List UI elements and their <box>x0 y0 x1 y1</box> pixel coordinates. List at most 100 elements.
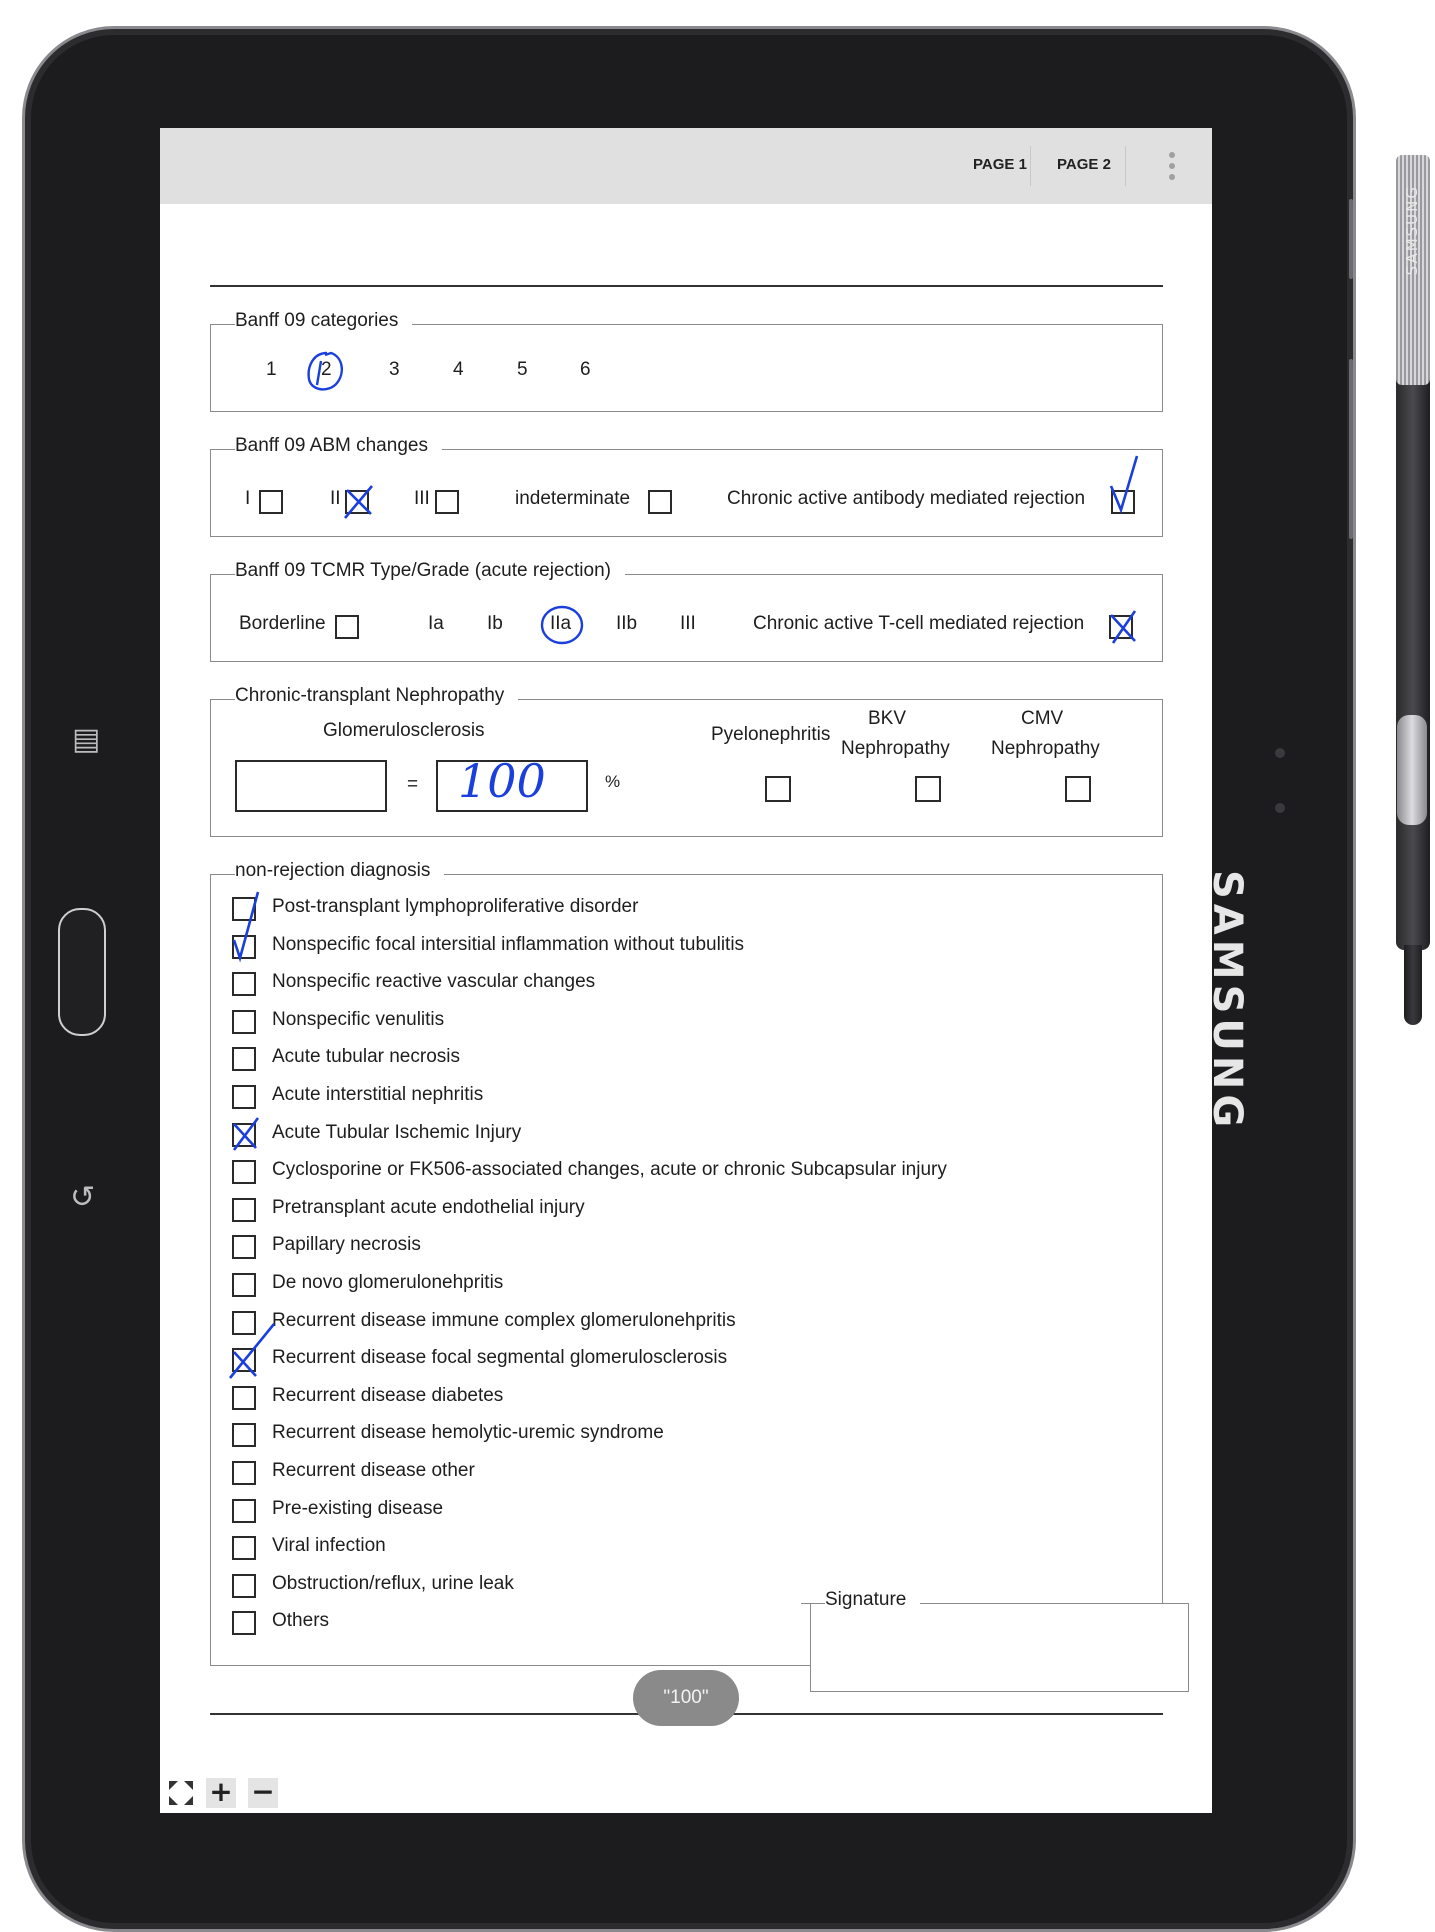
list-label: Viral infection <box>272 1535 386 1557</box>
equals-sign: = <box>407 774 419 795</box>
glomerulosclerosis-result-field[interactable]: 100 <box>436 754 588 812</box>
fullscreen-icon[interactable] <box>166 1778 196 1808</box>
list-checkbox[interactable] <box>232 1611 256 1636</box>
pyelonephritis-checkbox[interactable] <box>765 776 791 802</box>
cmv-label-1: CMV <box>1021 708 1064 729</box>
volume-button <box>1349 199 1353 279</box>
list-label: Nonspecific reactive vascular changes <box>272 971 596 993</box>
light-sensor <box>1275 803 1285 813</box>
list-checkbox[interactable] <box>232 1385 256 1410</box>
s-pen: SAMSUNG <box>1393 155 1433 1050</box>
tcmr-grade-iii[interactable]: III <box>680 613 696 635</box>
recognized-value-toast: "100" <box>633 1670 739 1726</box>
category-4[interactable]: 4 <box>453 359 464 381</box>
tcmr-grade-ib[interactable]: Ib <box>487 613 503 635</box>
abm-indeterminate-label: indeterminate <box>515 488 631 509</box>
nonrejection-legend: non-rejection diagnosis <box>210 860 445 882</box>
list-checkbox[interactable] <box>232 1009 256 1034</box>
list-checkbox[interactable] <box>232 1498 256 1523</box>
abm-indeterminate-checkbox[interactable] <box>648 490 672 514</box>
recent-apps-icon[interactable]: ▤ <box>72 722 100 757</box>
power-button <box>1349 359 1353 539</box>
abm-i-label: I <box>245 488 251 509</box>
list-label: Others <box>272 1610 330 1632</box>
list-checkbox[interactable] <box>232 1047 256 1072</box>
abm-ii-checkbox[interactable] <box>345 490 369 514</box>
plus-icon[interactable]: + <box>206 1778 236 1808</box>
bkv-label-1: BKV <box>868 708 907 729</box>
list-label: Recurrent disease diabetes <box>272 1384 504 1406</box>
app-bar: PAGE 1 PAGE 2 <box>160 128 1212 204</box>
list-checkbox[interactable] <box>232 1310 256 1335</box>
list-checkbox[interactable] <box>232 1122 256 1147</box>
list-checkbox[interactable] <box>232 1423 256 1448</box>
list-label: Nonspecific focal intersitial inflammati… <box>272 933 745 955</box>
minus-icon[interactable]: − <box>248 1778 278 1808</box>
list-label: Nonspecific venulitis <box>272 1008 445 1030</box>
list-checkbox[interactable] <box>232 1536 256 1561</box>
abm-chronic-checkbox[interactable] <box>1111 490 1135 514</box>
list-checkbox[interactable] <box>232 1235 256 1260</box>
list-label: Recurrent disease hemolytic-uremic syndr… <box>272 1422 664 1444</box>
tcmr-chronic-label: Chronic active T-cell mediated rejection <box>753 613 1085 634</box>
glomerulosclerosis-label: Glomerulosclerosis <box>323 720 485 741</box>
categories-legend: Banff 09 categories <box>210 310 413 332</box>
list-checkbox[interactable] <box>232 1197 256 1222</box>
abm-i-checkbox[interactable] <box>259 490 283 514</box>
more-vert-icon[interactable] <box>1168 152 1176 186</box>
home-button[interactable] <box>58 908 106 1036</box>
list-label: Acute Tubular Ischemic Injury <box>272 1121 522 1143</box>
camera-sensor <box>1275 748 1285 758</box>
screen: PAGE 1 PAGE 2 Banff 09 categories 1 2 3 … <box>160 128 1212 1813</box>
list-checkbox[interactable] <box>232 1160 256 1185</box>
categories-group: Banff 09 categories 1 2 3 4 5 6 <box>210 310 1163 412</box>
tcmr-borderline-checkbox[interactable] <box>335 615 359 639</box>
tcmr-group: Banff 09 TCMR Type/Grade (acute rejectio… <box>210 560 1163 662</box>
cmv-checkbox[interactable] <box>1065 776 1091 802</box>
abm-iii-checkbox[interactable] <box>435 490 459 514</box>
list-checkbox[interactable] <box>232 1461 256 1485</box>
abm-group: Banff 09 ABM changes I II III indetermin… <box>210 435 1163 537</box>
list-label: Acute interstitial nephritis <box>272 1084 484 1105</box>
category-2[interactable]: 2 <box>321 359 332 381</box>
category-6[interactable]: 6 <box>580 359 591 381</box>
glomerulosclerosis-input[interactable] <box>235 760 387 812</box>
tcmr-grade-iia[interactable]: IIa <box>550 613 571 635</box>
bkv-checkbox[interactable] <box>915 776 941 802</box>
list-checkbox[interactable] <box>232 1573 256 1598</box>
list-checkbox[interactable] <box>232 1348 256 1373</box>
abm-chronic-label: Chronic active antibody mediated rejecti… <box>727 488 1086 509</box>
list-label: Obstruction/reflux, urine leak <box>272 1572 514 1594</box>
list-checkbox[interactable] <box>232 1273 256 1297</box>
list-label: Recurrent disease other <box>272 1460 475 1481</box>
list-label: De novo glomerulonehpritis <box>272 1272 504 1293</box>
percent-unit: % <box>605 772 621 791</box>
list-label: Cyclosporine or FK506-associated changes… <box>272 1159 947 1181</box>
list-checkbox[interactable] <box>232 1085 256 1109</box>
signature-legend: Signature <box>800 1589 921 1611</box>
abm-legend: Banff 09 ABM changes <box>211 435 442 457</box>
signature-field[interactable]: Signature <box>800 1589 1189 1692</box>
tcmr-borderline-label: Borderline <box>239 613 326 634</box>
tcmr-grade-iib[interactable]: IIb <box>616 613 637 635</box>
pyelonephritis-label: Pyelonephritis <box>711 724 831 745</box>
list-checkbox[interactable] <box>232 934 256 959</box>
list-label: Pretransplant acute endothelial injury <box>272 1196 585 1218</box>
tcmr-grade-ia[interactable]: Ia <box>428 613 444 635</box>
tcmr-chronic-checkbox[interactable] <box>1109 615 1133 639</box>
list-label: Post-transplant lymphoproliferative diso… <box>272 896 639 917</box>
category-3[interactable]: 3 <box>389 359 400 381</box>
list-checkbox[interactable] <box>232 897 256 921</box>
category-5[interactable]: 5 <box>517 359 528 381</box>
nephropathy-legend: Chronic-transplant Nephropathy <box>210 685 519 707</box>
back-icon[interactable]: ↺ <box>70 1180 95 1215</box>
tab-page-1[interactable]: PAGE 1 <box>973 156 1027 173</box>
abm-ii-label: II <box>330 488 341 509</box>
category-1[interactable]: 1 <box>266 359 277 381</box>
list-label: Recurrent disease immune complex glomeru… <box>272 1309 736 1331</box>
list-checkbox[interactable] <box>232 972 256 997</box>
tab-page-2[interactable]: PAGE 2 <box>1057 156 1111 173</box>
handwritten-value: 100 <box>458 754 546 808</box>
abm-iii-label: III <box>414 488 430 509</box>
cmv-label-2: Nephropathy <box>991 738 1100 759</box>
